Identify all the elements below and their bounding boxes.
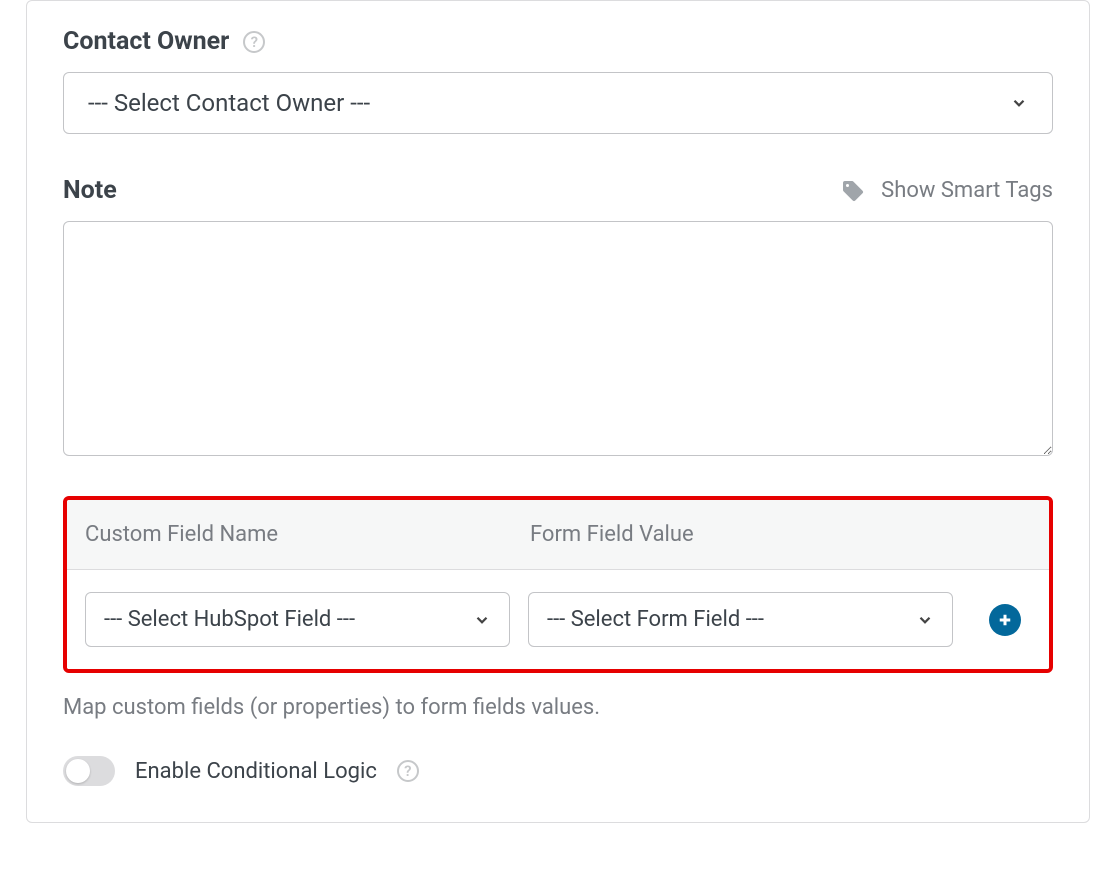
conditional-logic-label: Enable Conditional Logic — [135, 759, 377, 784]
conditional-logic-toggle[interactable] — [63, 756, 115, 786]
chevron-down-icon — [473, 611, 491, 629]
tag-icon — [841, 179, 865, 203]
show-smart-tags-text: Show Smart Tags — [881, 178, 1053, 203]
note-label-row: Note Show Smart Tags — [63, 176, 1053, 205]
note-textarea[interactable] — [63, 221, 1053, 456]
toggle-knob — [66, 759, 90, 783]
contact-owner-select[interactable]: --- Select Contact Owner --- — [63, 72, 1053, 134]
hubspot-field-select[interactable]: --- Select HubSpot Field --- — [85, 592, 510, 647]
plus-icon — [996, 611, 1014, 629]
mapping-help-text: Map custom fields (or properties) to for… — [63, 695, 1053, 720]
help-icon[interactable]: ? — [243, 31, 265, 53]
hubspot-field-select-value: --- Select HubSpot Field --- — [104, 607, 355, 632]
settings-panel: Contact Owner ? --- Select Contact Owner… — [26, 0, 1090, 823]
contact-owner-label: Contact Owner ? — [63, 27, 265, 56]
contact-owner-label-text: Contact Owner — [63, 27, 229, 56]
show-smart-tags-button[interactable]: Show Smart Tags — [841, 178, 1053, 203]
conditional-logic-row: Enable Conditional Logic ? — [63, 756, 1053, 786]
chevron-down-icon — [916, 611, 934, 629]
mapping-header-col-name: Custom Field Name — [85, 522, 530, 547]
note-label: Note — [63, 176, 117, 205]
help-icon[interactable]: ? — [397, 760, 419, 782]
mapping-header: Custom Field Name Form Field Value — [67, 500, 1049, 570]
custom-field-mapping-box: Custom Field Name Form Field Value --- S… — [63, 496, 1053, 673]
add-mapping-button[interactable] — [989, 604, 1021, 636]
chevron-down-icon — [1010, 94, 1028, 112]
mapping-header-col-value: Form Field Value — [530, 522, 1031, 547]
mapping-row: --- Select HubSpot Field --- --- Select … — [67, 570, 1049, 669]
form-field-select[interactable]: --- Select Form Field --- — [528, 592, 953, 647]
form-field-select-value: --- Select Form Field --- — [547, 607, 764, 632]
contact-owner-select-value: --- Select Contact Owner --- — [88, 89, 370, 117]
note-label-text: Note — [63, 176, 117, 205]
contact-owner-label-row: Contact Owner ? — [63, 27, 1053, 56]
